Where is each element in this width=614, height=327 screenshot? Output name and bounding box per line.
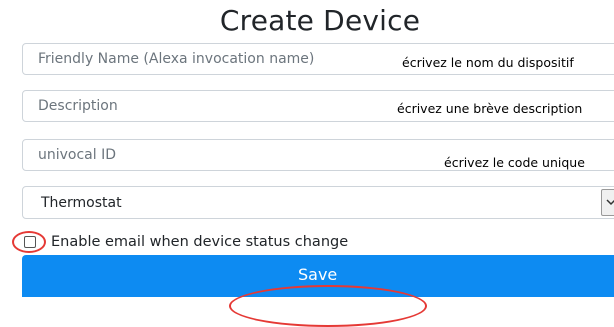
friendly-name-note: écrivez le nom du dispositif xyxy=(402,55,574,70)
checkbox-highlight-circle xyxy=(12,231,46,253)
friendly-name-placeholder: Friendly Name (Alexa invocation name) xyxy=(38,51,315,67)
select-dropdown-button[interactable] xyxy=(601,189,614,216)
save-highlight-circle xyxy=(229,285,427,327)
univocal-id-placeholder: univocal ID xyxy=(38,147,117,163)
description-note: écrivez une brève description xyxy=(397,101,583,116)
save-button-label: Save xyxy=(298,265,338,284)
description-placeholder: Description xyxy=(38,98,118,114)
page-title: Create Device xyxy=(219,4,421,37)
email-option-row: Enable email when device status change xyxy=(6,230,426,254)
device-type-value: Thermostat xyxy=(41,195,122,211)
chevron-down-icon xyxy=(606,199,614,206)
email-option-label[interactable]: Enable email when device status change xyxy=(51,234,348,250)
device-type-select[interactable]: Thermostat xyxy=(22,186,614,219)
univocal-id-note: écrivez le code unique xyxy=(444,155,585,170)
